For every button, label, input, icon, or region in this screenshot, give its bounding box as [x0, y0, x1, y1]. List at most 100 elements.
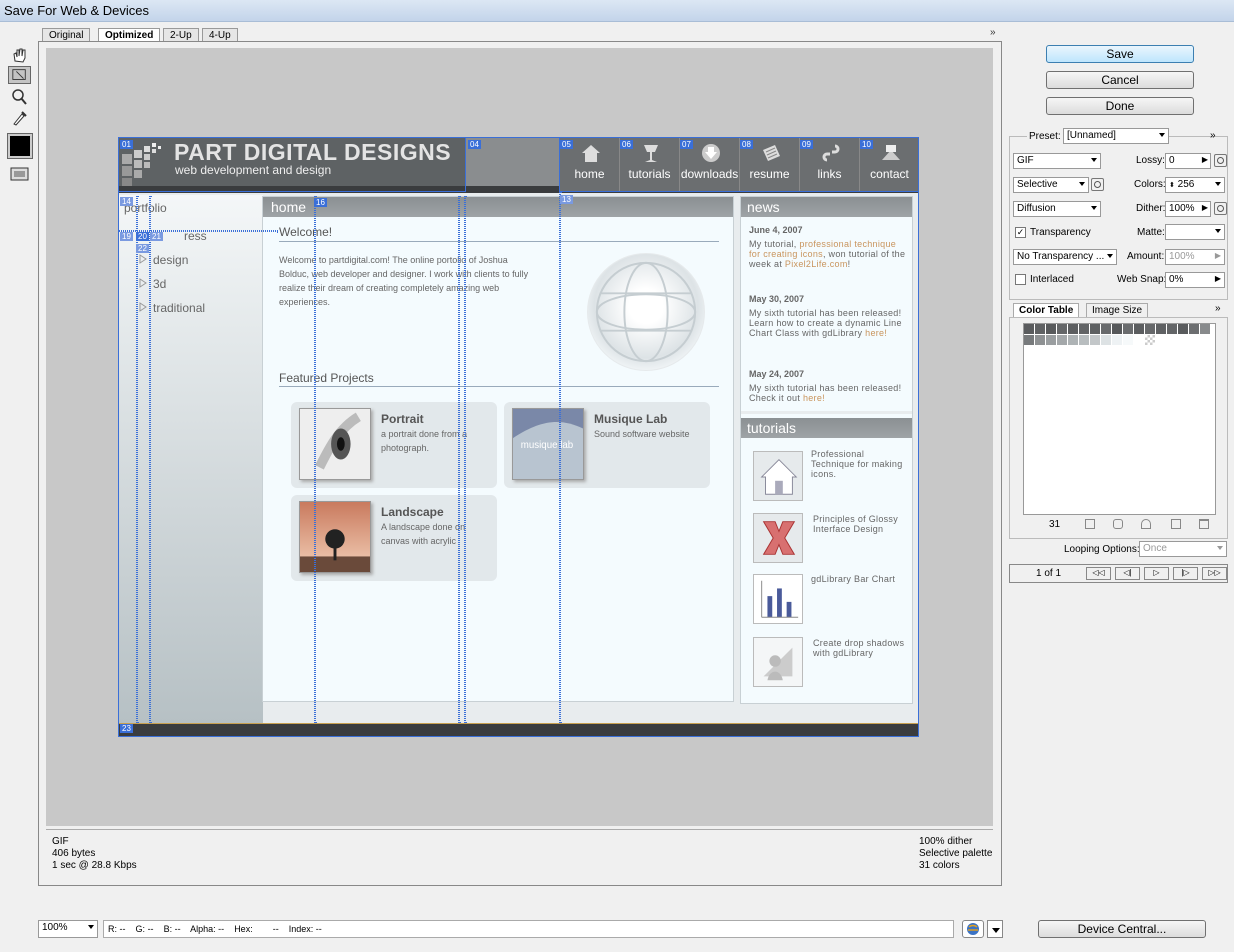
color-swatch[interactable]	[1112, 324, 1122, 334]
slice-badge-04[interactable]: 04	[468, 140, 481, 149]
color-swatch[interactable]	[1156, 324, 1166, 334]
web-shift-icon[interactable]	[1085, 519, 1095, 529]
color-swatch[interactable]	[1167, 324, 1177, 334]
slice-badge-19[interactable]: 19	[120, 232, 133, 241]
save-button[interactable]: Save	[1046, 45, 1194, 63]
color-swatch[interactable]	[1057, 324, 1067, 334]
color-swatch[interactable]	[1090, 324, 1100, 334]
slice-badge-16[interactable]: 16	[314, 198, 327, 207]
play-icon[interactable]: ▷	[1144, 567, 1169, 580]
color-table-menu-icon[interactable]: »	[1215, 303, 1221, 314]
slice-badge-22[interactable]: 22	[136, 244, 149, 253]
reduction-mask-button[interactable]	[1091, 178, 1104, 191]
slice-badge-07[interactable]: 07	[680, 140, 693, 149]
dither-mask-button[interactable]	[1214, 202, 1227, 215]
color-swatch[interactable]	[1101, 324, 1111, 334]
dither-algorithm-select[interactable]: Diffusion	[1013, 201, 1101, 217]
looping-select[interactable]: Once	[1139, 541, 1227, 557]
dither-field[interactable]: 100% ▶	[1165, 201, 1211, 217]
panel-menu-icon[interactable]: »	[990, 27, 996, 38]
preset-select[interactable]: [Unnamed]	[1063, 128, 1169, 144]
color-swatch[interactable]	[1123, 324, 1133, 334]
slice-badge-05[interactable]: 05	[560, 140, 573, 149]
color-swatch[interactable]	[1145, 324, 1155, 334]
eyedropper-color-swatch[interactable]	[7, 133, 33, 159]
browser-menu-button[interactable]	[987, 920, 1003, 938]
format-select[interactable]: GIF	[1013, 153, 1101, 169]
websnap-field[interactable]: 0% ▶	[1165, 272, 1225, 288]
transparency-dither-select[interactable]: No Transparency ...	[1013, 249, 1117, 265]
color-swatch[interactable]	[1123, 335, 1133, 345]
color-swatch[interactable]	[1090, 335, 1100, 345]
slice-badge-14[interactable]: 14	[120, 197, 133, 206]
color-table[interactable]	[1023, 323, 1216, 515]
color-swatch[interactable]	[1134, 335, 1144, 345]
color-swatch[interactable]	[1046, 324, 1056, 334]
color-swatch[interactable]	[1200, 324, 1210, 334]
color-swatch[interactable]	[1101, 335, 1111, 345]
slice-badge-13[interactable]: 13	[560, 195, 573, 204]
color-swatch[interactable]	[1057, 335, 1067, 345]
last-frame-icon[interactable]: ▷▷	[1202, 567, 1227, 580]
preview-in-browser-button[interactable]	[962, 920, 984, 938]
color-swatch[interactable]	[1035, 324, 1045, 334]
color-swatch[interactable]	[1079, 335, 1089, 345]
slice-badge-08[interactable]: 08	[740, 140, 753, 149]
amount-field[interactable]: 100% ▶	[1165, 249, 1225, 265]
eyedropper-tool-icon[interactable]	[8, 108, 31, 126]
lock-icon[interactable]	[1141, 519, 1151, 529]
toggle-slices-icon[interactable]	[8, 165, 31, 183]
color-swatch[interactable]	[1035, 335, 1045, 345]
slice-badge-09[interactable]: 09	[800, 140, 813, 149]
colors-field[interactable]: ⬍ 256	[1165, 177, 1225, 193]
new-color-icon[interactable]	[1171, 519, 1181, 529]
tab-original[interactable]: Original	[42, 28, 91, 42]
slice-badge-20[interactable]: 20	[136, 232, 149, 241]
tab-image-size[interactable]: Image Size	[1086, 303, 1149, 318]
color-swatch[interactable]	[1134, 324, 1144, 334]
tab-2up[interactable]: 2-Up	[163, 28, 199, 42]
slice-badge-06[interactable]: 06	[620, 140, 633, 149]
matte-select[interactable]	[1165, 224, 1225, 240]
lossy-value: 0	[1169, 155, 1175, 166]
color-swatch[interactable]	[1024, 324, 1034, 334]
slice-badge-21[interactable]: 21	[150, 232, 163, 241]
hand-tool-icon[interactable]	[8, 46, 31, 64]
chevron-down-icon	[1091, 206, 1097, 210]
cube-icon[interactable]	[1113, 519, 1123, 529]
color-swatch[interactable]	[1046, 335, 1056, 345]
first-frame-icon[interactable]: ◁◁	[1086, 567, 1111, 580]
interlaced-checkbox[interactable]	[1015, 274, 1026, 285]
transparent-swatch[interactable]	[1145, 335, 1155, 345]
color-swatch[interactable]	[1189, 324, 1199, 334]
lossy-mask-button[interactable]	[1214, 154, 1227, 167]
color-swatch[interactable]	[1079, 324, 1089, 334]
reduction-select[interactable]: Selective	[1013, 177, 1089, 193]
trash-icon[interactable]	[1199, 519, 1209, 529]
done-button[interactable]: Done	[1046, 97, 1194, 115]
lossy-field[interactable]: 0 ▶	[1165, 153, 1211, 169]
slice-select-tool-icon[interactable]	[8, 66, 31, 84]
tab-color-table[interactable]: Color Table	[1013, 303, 1080, 318]
slice-badge-23[interactable]: 23	[120, 724, 133, 733]
slice-badge-10[interactable]: 10	[860, 140, 873, 149]
tab-optimized[interactable]: Optimized	[98, 28, 161, 42]
preset-label: Preset:	[1027, 131, 1063, 142]
optimize-menu-icon[interactable]: »	[1210, 130, 1216, 141]
zoom-select[interactable]: 100%	[38, 920, 98, 938]
color-swatch[interactable]	[1068, 335, 1078, 345]
slice-badge-01[interactable]: 01	[120, 140, 133, 149]
dither-label: Dither:	[1136, 203, 1166, 214]
stepper-icon[interactable]: ⬍	[1169, 182, 1175, 189]
color-swatch[interactable]	[1068, 324, 1078, 334]
tab-4up[interactable]: 4-Up	[202, 28, 238, 42]
device-central-button[interactable]: Device Central...	[1038, 920, 1206, 938]
next-frame-icon[interactable]: |▷	[1173, 567, 1198, 580]
cancel-button[interactable]: Cancel	[1046, 71, 1194, 89]
zoom-tool-icon[interactable]	[8, 88, 31, 106]
color-swatch[interactable]	[1178, 324, 1188, 334]
color-swatch[interactable]	[1112, 335, 1122, 345]
transparency-checkbox[interactable]: ✓	[1015, 227, 1026, 238]
color-swatch[interactable]	[1024, 335, 1034, 345]
previous-frame-icon[interactable]: ◁|	[1115, 567, 1140, 580]
